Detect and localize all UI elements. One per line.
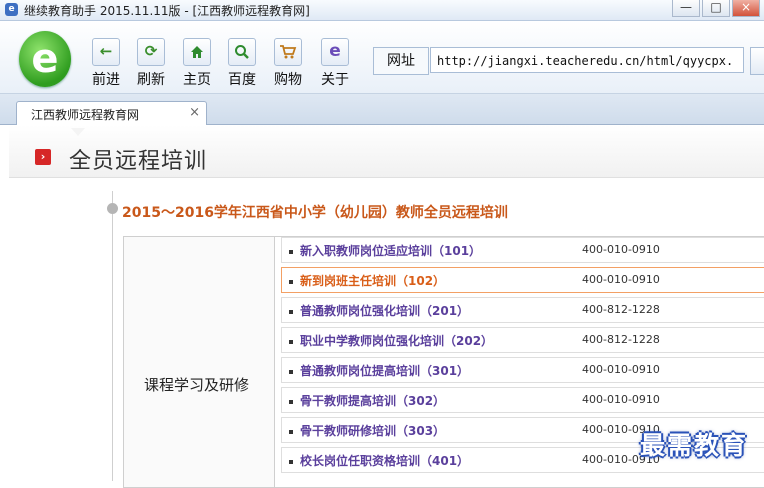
address-go-button[interactable] — [750, 47, 764, 75]
timeline-dot — [107, 203, 118, 214]
section-title: 2015～2016学年江西省中小学（幼儿园）教师全员远程培训 — [122, 205, 508, 221]
course-name-link[interactable]: 骨干教师研修培训（303） — [289, 422, 445, 439]
window-title: 继续教育助手 2015.11.11版 - [江西教师远程教育网] — [24, 4, 310, 18]
app-logo: e — [19, 31, 71, 87]
course-name-text: 职业中学教师岗位强化培训（202） — [300, 334, 494, 348]
title-bar: e 继续教育助手 2015.11.11版 - [江西教师远程教育网] — □ × — [0, 0, 764, 21]
refresh-label: 刷新 — [137, 72, 165, 88]
heading-band: › 全员远程培训 — [9, 125, 764, 178]
bullet-icon — [289, 399, 293, 404]
bullet-icon — [289, 339, 293, 344]
refresh-icon: ⟳ — [137, 38, 165, 66]
course-row[interactable]: 职业中学教师岗位强化培训（202） 400-812-1228 — [281, 327, 764, 353]
course-name-link[interactable]: 普通教师岗位强化培训（201） — [289, 302, 469, 319]
category-label: 课程学习及研修 — [144, 376, 250, 394]
course-row[interactable]: 骨干教师提高培训（302） 400-010-0910 — [281, 387, 764, 413]
close-icon[interactable]: × — [189, 105, 200, 120]
cart-icon — [274, 38, 302, 66]
course-name-link[interactable]: 职业中学教师岗位强化培训（202） — [289, 332, 493, 349]
toolbar: e ← 前进 ⟳ 刷新 主页 百度 购物 e 关于 网址 http://jian… — [0, 21, 764, 94]
ie-icon: e — [5, 3, 18, 16]
baidu-button[interactable]: 百度 — [222, 38, 262, 89]
course-name-link[interactable]: 新到岗班主任培训（102） — [289, 272, 445, 289]
tab-jiangxi[interactable]: 江西教师远程教育网 × — [16, 101, 207, 125]
course-name-text: 新到岗班主任培训（102） — [300, 274, 446, 288]
category-cell: 课程学习及研修 — [124, 237, 275, 487]
address-input[interactable]: http://jiangxi.teacheredu.cn/html/qyycpx… — [430, 47, 744, 73]
bullet-icon — [289, 249, 293, 254]
arrow-left-icon: ← — [92, 38, 120, 66]
course-phone: 400-010-0910 — [582, 363, 660, 376]
bullet-icon — [289, 309, 293, 314]
course-phone: 400-010-0910 — [582, 393, 660, 406]
forward-button[interactable]: ← 前进 — [86, 38, 126, 89]
page-title: 全员远程培训 — [69, 149, 208, 174]
course-row[interactable]: 普通教师岗位提高培训（301） 400-010-0910 — [281, 357, 764, 383]
bullet-icon — [289, 429, 293, 434]
course-row[interactable]: 普通教师岗位强化培训（201） 400-812-1228 — [281, 297, 764, 323]
shopping-button[interactable]: 购物 — [268, 38, 308, 89]
course-name-text: 普通教师岗位强化培训（201） — [300, 304, 470, 318]
minimize-button[interactable]: — — [672, 0, 700, 17]
course-name-text: 普通教师岗位提高培训（301） — [300, 364, 470, 378]
course-name-text: 新入职教师岗位适应培训（101） — [300, 244, 482, 258]
course-name-text: 骨干教师研修培训（303） — [300, 424, 446, 438]
ie-icon: e — [321, 38, 349, 66]
home-label: 主页 — [183, 72, 211, 88]
bullet-icon — [289, 279, 293, 284]
forward-label: 前进 — [92, 72, 120, 88]
course-row[interactable]: 新入职教师岗位适应培训（101） 400-010-0910 — [281, 237, 764, 263]
window-controls: — □ × — [670, 0, 760, 18]
course-name-link[interactable]: 校长岗位任职资格培训（401） — [289, 452, 469, 469]
course-phone: 400-812-1228 — [582, 303, 660, 316]
course-name-text: 骨干教师提高培训（302） — [300, 394, 446, 408]
search-icon — [228, 38, 256, 66]
course-name-link[interactable]: 新入职教师岗位适应培训（101） — [289, 242, 481, 259]
tab-label: 江西教师远程教育网 — [31, 108, 140, 122]
baidu-label: 百度 — [228, 72, 256, 88]
course-phone: 400-010-0910 — [582, 273, 660, 286]
arrow-right-icon: › — [35, 149, 51, 165]
close-window-button[interactable]: × — [732, 0, 760, 17]
watermark: 最需教育 — [640, 431, 749, 460]
course-phone: 400-010-0910 — [582, 243, 660, 256]
shopping-label: 购物 — [274, 72, 302, 88]
home-icon — [183, 38, 211, 66]
refresh-button[interactable]: ⟳ 刷新 — [131, 38, 171, 89]
maximize-button[interactable]: □ — [702, 0, 730, 17]
tab-caret — [71, 128, 85, 136]
bullet-icon — [289, 459, 293, 464]
timeline-line — [112, 191, 113, 481]
page-content: › 全员远程培训 2015～2016学年江西省中小学（幼儿园）教师全员远程培训 … — [0, 125, 764, 488]
home-button[interactable]: 主页 — [177, 38, 217, 89]
address-label: 网址 — [373, 47, 429, 75]
course-name-link[interactable]: 骨干教师提高培训（302） — [289, 392, 445, 409]
about-button[interactable]: e 关于 — [315, 38, 355, 89]
tab-strip: 江西教师远程教育网 × — [0, 94, 764, 125]
course-row[interactable]: 新到岗班主任培训（102） 400-010-0910 — [281, 267, 764, 293]
about-label: 关于 — [321, 72, 349, 88]
bullet-icon — [289, 369, 293, 374]
course-name-text: 校长岗位任职资格培训（401） — [300, 454, 470, 468]
course-phone: 400-812-1228 — [582, 333, 660, 346]
course-name-link[interactable]: 普通教师岗位提高培训（301） — [289, 362, 469, 379]
